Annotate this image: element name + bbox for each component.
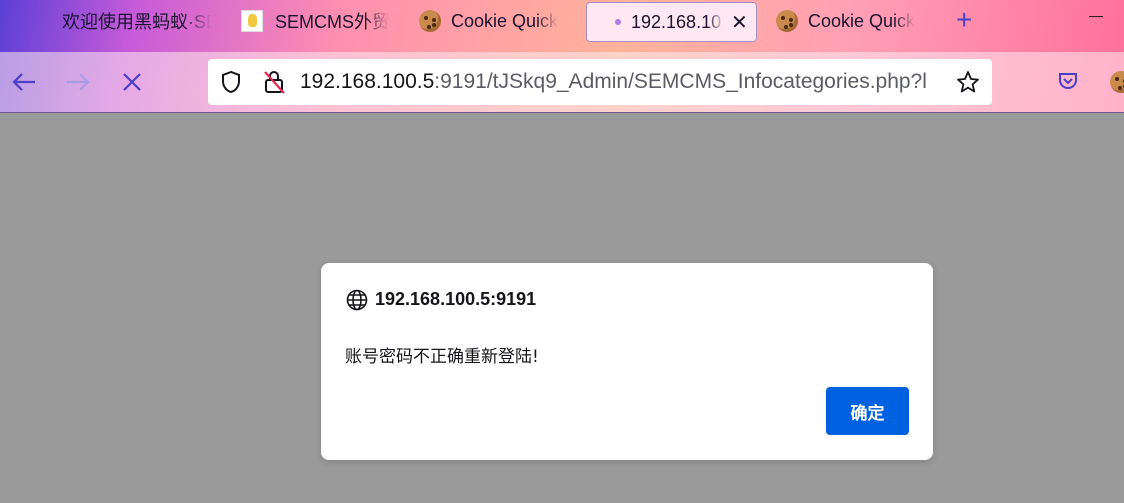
tab-strip: 欢迎使用黑蚂蚁·SE SEMCMS外贸 Cookie Quick 192.168… xyxy=(0,0,1124,42)
url-path: :9191/tJSkq9_Admin/SEMCMS_Infocategories… xyxy=(434,70,927,93)
stop-icon xyxy=(123,73,141,91)
url-bar[interactable]: 192.168.100.5:9191/tJSkq9_Admin/SEMCMS_I… xyxy=(208,59,992,105)
new-tab-icon[interactable]: + xyxy=(956,4,972,36)
tab-label: SEMCMS外贸 xyxy=(275,12,389,32)
url-text[interactable]: 192.168.100.5:9191/tJSkq9_Admin/SEMCMS_I… xyxy=(300,70,950,94)
tab-heimayi[interactable]: 欢迎使用黑蚂蚁·SE xyxy=(62,0,212,42)
alert-dialog: 192.168.100.5:9191 账号密码不正确重新登陆! 确定 xyxy=(321,263,933,460)
back-button[interactable] xyxy=(4,52,44,112)
tab-label: Cookie Quick xyxy=(451,10,559,31)
close-tab-icon[interactable]: ✕ xyxy=(731,10,748,35)
dialog-message: 账号密码不正确重新登陆! xyxy=(345,347,539,367)
url-host: 192.168.100.5 xyxy=(300,70,435,93)
back-arrow-icon xyxy=(12,73,35,91)
cookie-icon xyxy=(776,10,798,32)
stop-button[interactable] xyxy=(112,52,152,112)
nav-bar: 192.168.100.5:9191/tJSkq9_Admin/SEMCMS_I… xyxy=(0,52,1124,112)
bookmark-star-icon[interactable] xyxy=(956,70,980,94)
pocket-icon[interactable] xyxy=(1057,70,1079,92)
tab-label: 欢迎使用黑蚂蚁·SE xyxy=(62,12,212,32)
tab-cookie-quick-1[interactable]: Cookie Quick xyxy=(419,0,569,42)
browser-chrome: 欢迎使用黑蚂蚁·SE SEMCMS外贸 Cookie Quick 192.168… xyxy=(0,0,1124,113)
cookie-extension-icon[interactable] xyxy=(1110,71,1124,93)
shield-icon[interactable] xyxy=(220,70,242,94)
tab-label: Cookie Quick xyxy=(808,10,916,31)
tab-active[interactable]: 192.168.10 ✕ xyxy=(586,2,757,42)
image-icon xyxy=(241,10,263,32)
ok-button[interactable]: 确定 xyxy=(826,387,909,435)
loading-dot-icon xyxy=(615,19,621,25)
dialog-origin: 192.168.100.5:9191 xyxy=(375,289,537,309)
globe-icon xyxy=(346,289,368,311)
tab-label: 192.168.10 xyxy=(631,11,722,32)
tab-cookie-quick-2[interactable]: Cookie Quick xyxy=(776,0,926,42)
insecure-lock-icon[interactable] xyxy=(262,69,286,95)
tab-semcms[interactable]: SEMCMS外贸 xyxy=(241,0,389,42)
minimize-icon[interactable] xyxy=(1089,16,1103,17)
cookie-icon xyxy=(419,10,441,32)
forward-button[interactable] xyxy=(58,52,98,112)
forward-arrow-icon xyxy=(67,73,90,91)
